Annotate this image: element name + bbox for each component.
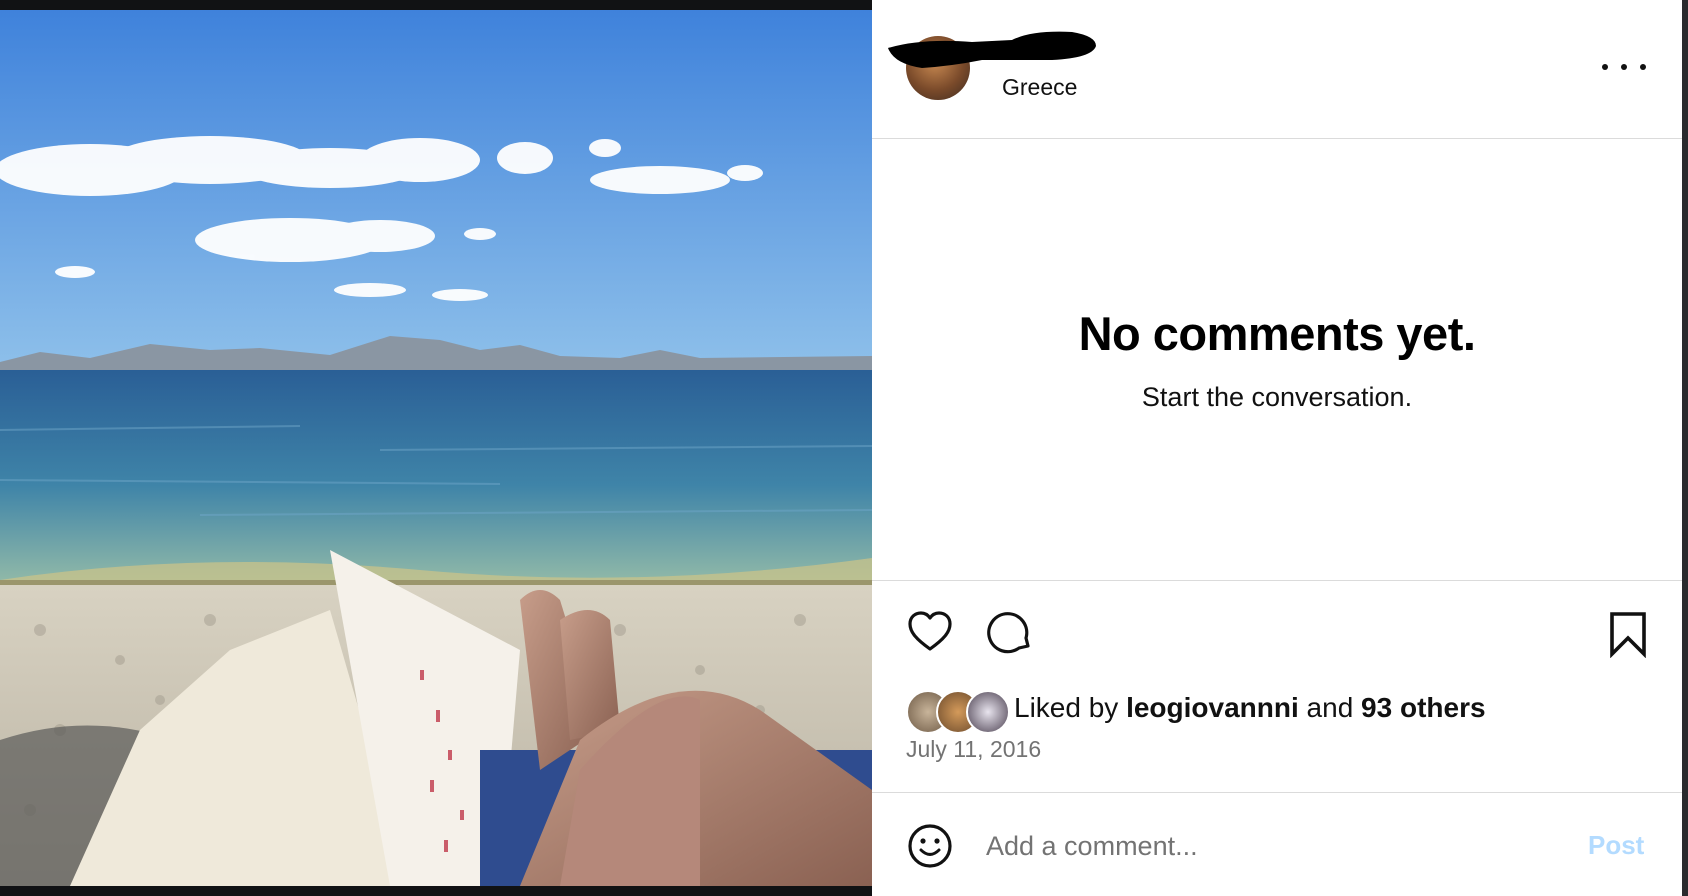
liked-by-avatars[interactable] xyxy=(906,690,1010,734)
comment-input[interactable] xyxy=(986,822,1506,870)
heart-icon[interactable] xyxy=(906,608,954,656)
post-header: Greece xyxy=(872,0,1682,139)
bookmark-icon[interactable] xyxy=(1606,610,1650,659)
liker-username[interactable]: leogiovannni xyxy=(1126,692,1299,723)
more-dot xyxy=(1621,64,1627,70)
smiley-face-icon[interactable] xyxy=(906,822,954,870)
empty-comments-title: No comments yet. xyxy=(1078,307,1476,360)
post-comment-button[interactable]: Post xyxy=(1588,830,1644,861)
post-details-panel: Greece No comments yet. Start the conver… xyxy=(872,0,1682,896)
composer-divider xyxy=(872,792,1682,793)
comment-bubble-icon[interactable] xyxy=(986,608,1034,656)
more-dot xyxy=(1602,64,1608,70)
username-redaction-scribble xyxy=(888,31,1096,68)
liker-avatar xyxy=(966,690,1010,734)
post-location[interactable]: Greece xyxy=(1002,74,1077,101)
empty-comments-subtitle: Start the conversation. xyxy=(1141,382,1413,412)
likes-middle: and xyxy=(1298,692,1362,723)
more-options-icon[interactable] xyxy=(1602,52,1646,82)
post-date[interactable]: July 11, 2016 xyxy=(906,736,1041,763)
post-photo xyxy=(0,10,872,886)
more-dot xyxy=(1640,64,1646,70)
likes-summary: Liked by leogiovannni and 93 others xyxy=(1014,692,1486,724)
likes-prefix: Liked by xyxy=(1014,692,1127,723)
beach-image xyxy=(0,10,872,886)
likes-others-link[interactable]: 93 others xyxy=(1361,692,1486,723)
background-edge xyxy=(1682,0,1688,896)
actions-divider xyxy=(872,580,1682,581)
